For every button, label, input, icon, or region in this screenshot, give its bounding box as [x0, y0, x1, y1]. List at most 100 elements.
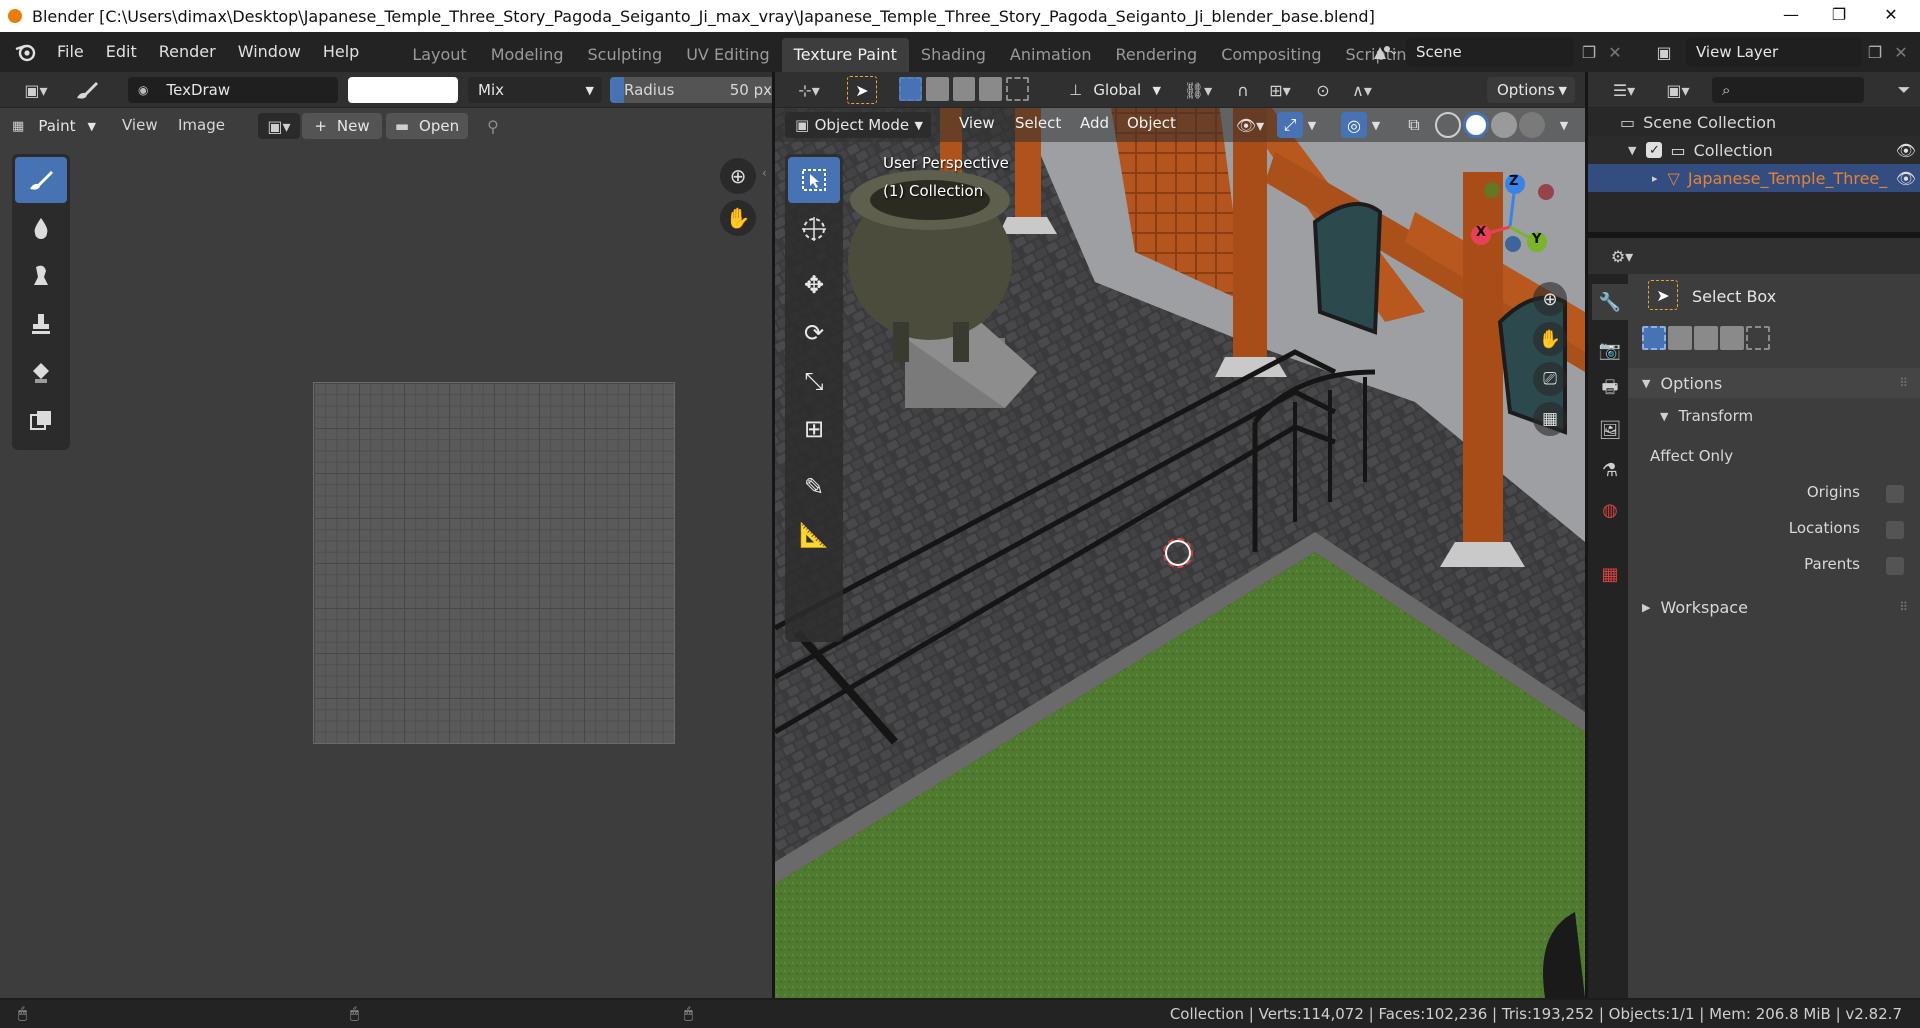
- chevron-down-icon[interactable]: ▼: [1303, 112, 1321, 138]
- options-dropdown[interactable]: Options ▼: [1487, 77, 1575, 103]
- editor-type-icon[interactable]: ▣▾: [14, 77, 58, 103]
- pin-icon[interactable]: ⚲: [480, 113, 506, 139]
- solid-shading-icon[interactable]: [1463, 112, 1489, 138]
- tab-layout[interactable]: Layout: [400, 38, 478, 72]
- select-subtract-icon[interactable]: [1694, 326, 1718, 350]
- clone-stamp-tool-icon[interactable]: [15, 301, 67, 347]
- annotate-tool-icon[interactable]: ✎: [788, 464, 840, 510]
- tab-rendering[interactable]: Rendering: [1104, 38, 1210, 72]
- image-editor-view-menu[interactable]: View: [122, 116, 158, 134]
- cursor-tool-icon[interactable]: [788, 206, 840, 252]
- outliner-row-collection[interactable]: ▼ ✓ ▭ Collection 👁: [1588, 136, 1920, 164]
- pan-hand-icon[interactable]: ✋: [720, 200, 756, 236]
- fill-bucket-tool-icon[interactable]: [15, 349, 67, 395]
- viewport-object-menu[interactable]: Object: [1127, 114, 1176, 132]
- smear-tool-icon[interactable]: [15, 253, 67, 299]
- viewport-add-menu[interactable]: Add: [1080, 114, 1109, 132]
- eye-visibility-icon[interactable]: 👁: [1896, 169, 1916, 188]
- delete-scene-icon[interactable]: ✕: [1602, 38, 1628, 66]
- filter-icon[interactable]: ⏷: [1890, 77, 1918, 103]
- new-image-button[interactable]: + New: [302, 113, 382, 139]
- camera-view-icon[interactable]: ⎚: [1533, 362, 1567, 396]
- brush-color-swatch[interactable]: [348, 77, 458, 103]
- snap-target-icon[interactable]: ⊞▾: [1259, 77, 1301, 103]
- drag-handle-icon[interactable]: ⠿: [1899, 376, 1908, 390]
- xray-toggle-icon[interactable]: ⧉: [1401, 112, 1427, 138]
- rendered-shading-icon[interactable]: [1519, 112, 1545, 138]
- new-view-layer-icon[interactable]: ❐: [1862, 38, 1888, 66]
- collection-checkbox[interactable]: ✓: [1646, 142, 1663, 158]
- mask-tool-icon[interactable]: [15, 397, 67, 443]
- tool-properties-tab-icon[interactable]: 🔧: [1592, 284, 1628, 320]
- display-mode-icon[interactable]: ▣▾: [1656, 77, 1700, 103]
- overlays-toggle-icon[interactable]: ◎: [1341, 112, 1367, 138]
- texture-properties-tab-icon[interactable]: ▦: [1592, 556, 1628, 592]
- drag-handle-icon[interactable]: ⠿: [1899, 600, 1908, 614]
- paint-mode-dropdown[interactable]: ▦ Paint ▼: [8, 113, 104, 139]
- select-extend-icon[interactable]: [1668, 326, 1692, 350]
- scene-properties-tab-icon[interactable]: ⚗: [1592, 452, 1628, 488]
- gizmo-toggle-icon[interactable]: ⤢: [1277, 112, 1303, 138]
- options-panel-header[interactable]: ▼ Options ⠿: [1628, 368, 1920, 398]
- perspective-toggle-icon[interactable]: ▦: [1533, 402, 1567, 436]
- visibility-icon[interactable]: 👁▾: [1229, 112, 1271, 138]
- blend-mode-dropdown[interactable]: Mix ▼: [468, 77, 602, 103]
- world-properties-tab-icon[interactable]: ◍: [1592, 492, 1628, 528]
- new-scene-icon[interactable]: ❐: [1576, 38, 1602, 66]
- menu-render[interactable]: Render: [148, 32, 227, 72]
- workspace-panel-header[interactable]: ▶ Workspace ⠿: [1628, 592, 1920, 622]
- properties-editor-type-icon[interactable]: ⚙▾: [1600, 243, 1644, 269]
- open-image-button[interactable]: ▬ Open: [386, 113, 468, 139]
- view-layer-properties-tab-icon[interactable]: 🖼: [1592, 412, 1628, 448]
- tab-texture-paint[interactable]: Texture Paint: [781, 38, 909, 72]
- pivot-point-icon[interactable]: ⛓▾: [1177, 77, 1219, 103]
- wireframe-shading-icon[interactable]: [1435, 112, 1461, 138]
- select-subtract-icon[interactable]: [952, 77, 976, 101]
- viewport-pan-icon[interactable]: ✋: [1533, 322, 1567, 356]
- scale-tool-icon[interactable]: ⤡: [788, 358, 840, 404]
- outliner-search-input[interactable]: ⌕: [1712, 77, 1864, 103]
- select-invert-icon[interactable]: [979, 77, 1003, 101]
- brush-name-field[interactable]: ◉ TexDraw: [128, 77, 338, 103]
- active-tool-icon[interactable]: ➤: [847, 76, 877, 104]
- 3d-viewport[interactable]: User Perspective (1) Collection Z X Y ⊕ …: [775, 72, 1585, 998]
- sidebar-toggle-icon[interactable]: ‹: [762, 166, 772, 186]
- transform-orientation-dropdown[interactable]: ⊥ Global ▼: [1059, 77, 1169, 103]
- falloff-icon[interactable]: ∧▾: [1341, 77, 1383, 103]
- select-extend-icon[interactable]: [925, 77, 949, 101]
- image-editor-image-menu[interactable]: Image: [178, 116, 225, 134]
- zoom-icon[interactable]: ⊕: [720, 158, 756, 194]
- 3d-cursor-icon[interactable]: [1163, 538, 1193, 568]
- viewport-editor-type-icon[interactable]: ⊹▾: [787, 77, 831, 103]
- viewport-zoom-icon[interactable]: ⊕: [1533, 282, 1567, 316]
- transform-subpanel-header[interactable]: ▼ Transform: [1628, 402, 1920, 430]
- eye-visibility-icon[interactable]: 👁: [1896, 141, 1916, 160]
- select-box-tool[interactable]: [788, 157, 840, 203]
- outliner-editor-type-icon[interactable]: ☰▾: [1602, 77, 1646, 103]
- viewport-view-menu[interactable]: View: [959, 114, 995, 132]
- select-new-icon[interactable]: [1642, 326, 1666, 350]
- brush-icon[interactable]: [70, 75, 104, 105]
- tab-compositing[interactable]: Compositing: [1209, 38, 1333, 72]
- viewport-select-menu[interactable]: Select: [1015, 114, 1061, 132]
- tab-shading[interactable]: Shading: [909, 38, 998, 72]
- select-intersect-icon[interactable]: [1006, 77, 1029, 101]
- select-intersect-icon[interactable]: [1746, 326, 1770, 350]
- chevron-down-icon[interactable]: ▼: [1555, 112, 1573, 138]
- menu-file[interactable]: File: [46, 32, 95, 72]
- locations-checkbox[interactable]: [1886, 521, 1904, 539]
- material-shading-icon[interactable]: [1491, 112, 1517, 138]
- view-layer-browse-icon[interactable]: ▣: [1644, 36, 1684, 68]
- scene-name-field[interactable]: Scene: [1406, 37, 1574, 67]
- output-properties-tab-icon[interactable]: 🖶: [1592, 372, 1628, 408]
- minimize-button[interactable]: —: [1768, 0, 1814, 28]
- draw-brush-tool[interactable]: [15, 157, 67, 203]
- maximize-button[interactable]: ❐: [1816, 0, 1862, 28]
- tab-uv-editing[interactable]: UV Editing: [674, 38, 781, 72]
- measure-tool-icon[interactable]: 📐: [788, 512, 840, 558]
- tab-modeling[interactable]: Modeling: [479, 38, 576, 72]
- collapse-triangle-icon[interactable]: ▼: [1628, 144, 1636, 157]
- scene-browse-icon[interactable]: [1364, 36, 1404, 68]
- select-new-icon[interactable]: [899, 77, 922, 101]
- outliner-row-scene-collection[interactable]: ▭ Scene Collection: [1588, 108, 1920, 136]
